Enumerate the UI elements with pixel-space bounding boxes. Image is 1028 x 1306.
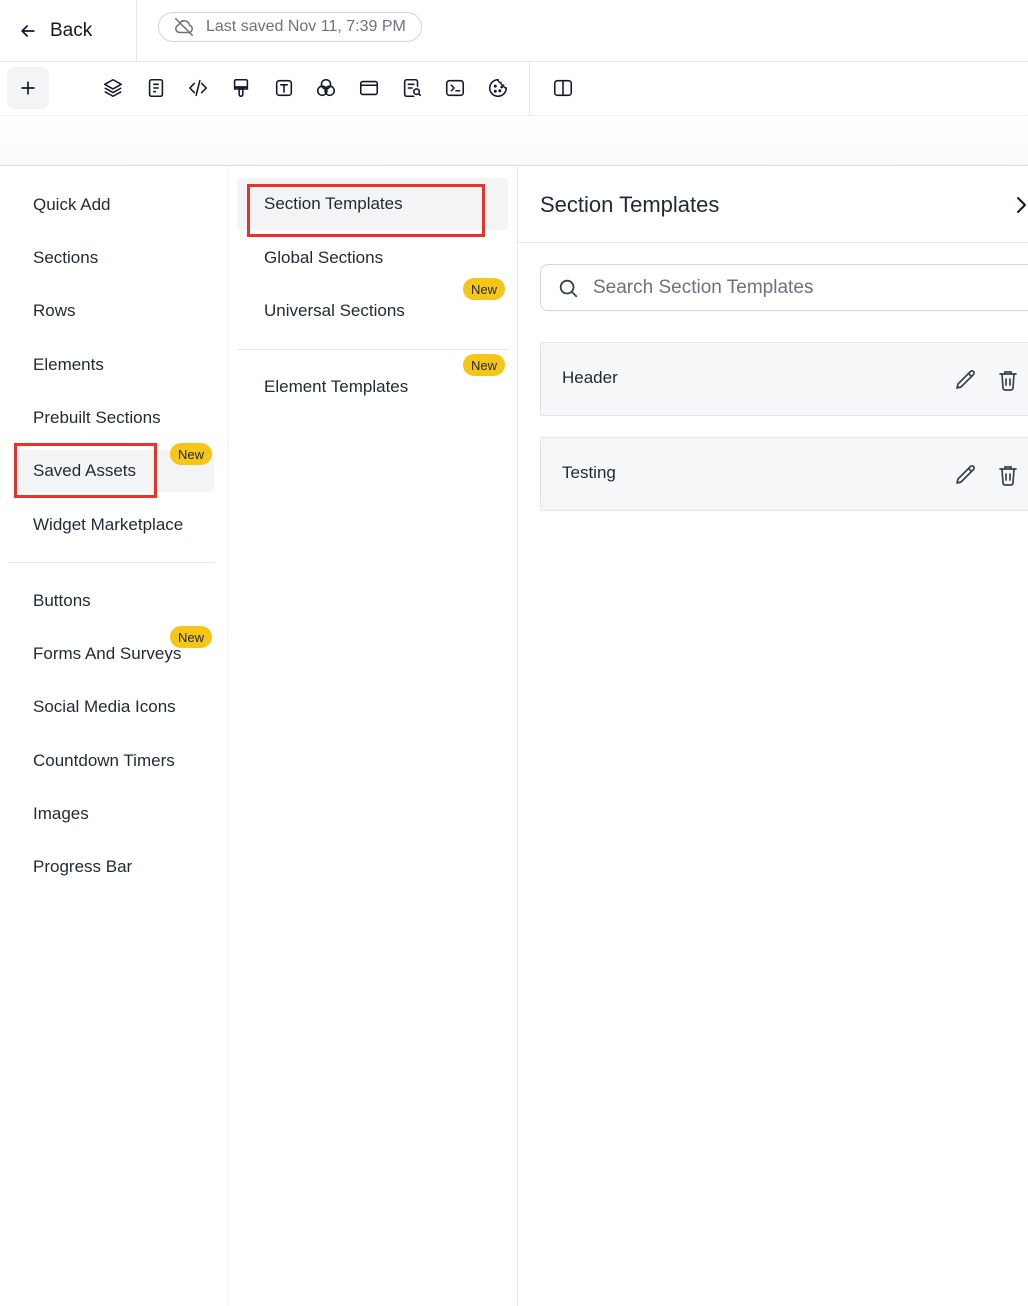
subcategory-section-templates[interactable]: Section Templates [237, 178, 508, 230]
cloud-off-icon [174, 17, 194, 37]
cookie-icon [489, 78, 508, 97]
category-social-media-icons[interactable]: Social Media Icons [14, 686, 214, 728]
pencil-icon[interactable] [954, 368, 978, 392]
styles-button[interactable] [229, 76, 253, 100]
category-sections[interactable]: Sections [14, 237, 214, 279]
new-badge: New [463, 278, 506, 300]
category-quick-add[interactable]: Quick Add [14, 184, 214, 226]
editor-toolbar [0, 62, 1028, 116]
colors-button[interactable] [314, 76, 338, 100]
top-bar: Back Last saved Nov 11, 7:39 PM [0, 0, 1028, 62]
template-card[interactable]: Testing [540, 437, 1028, 511]
split-view-icon [553, 79, 573, 97]
category-divider [8, 562, 215, 563]
arrow-left-icon [21, 24, 35, 37]
category-prebuilt-sections[interactable]: Prebuilt Sections [14, 397, 214, 439]
canvas-strip [0, 116, 1028, 166]
back-label: Back [50, 19, 93, 41]
color-blend-icon [316, 78, 336, 97]
chevron-right-icon[interactable] [1014, 194, 1028, 216]
window-icon [359, 80, 379, 96]
back-button[interactable]: Back [0, 0, 137, 61]
template-name: Testing [562, 463, 616, 482]
add-button[interactable] [7, 67, 49, 109]
category-progress-bar[interactable]: Progress Bar [14, 846, 214, 888]
category-images[interactable]: Images [14, 793, 214, 835]
trash-icon[interactable] [997, 368, 1019, 392]
category-sidebar: Quick Add Sections Rows Elements Prebuil… [0, 167, 227, 1306]
code-button[interactable] [186, 76, 210, 100]
page-search-icon [403, 78, 422, 98]
layers-icon [103, 78, 123, 98]
popup-button[interactable] [357, 76, 381, 100]
layers-button[interactable] [101, 76, 125, 100]
category-buttons[interactable]: Buttons [14, 580, 214, 622]
trash-icon[interactable] [997, 463, 1019, 487]
cookie-consent-button[interactable] [486, 76, 510, 100]
panel-title: Section Templates [540, 192, 720, 217]
panel-header: Section Templates [518, 167, 1028, 243]
search-input[interactable] [593, 276, 1023, 299]
save-status-badge: Last saved Nov 11, 7:39 PM [158, 12, 422, 42]
category-elements[interactable]: Elements [14, 344, 214, 386]
seo-button[interactable] [400, 76, 424, 100]
toolbar-divider [529, 62, 530, 116]
pages-button[interactable] [144, 76, 168, 100]
templates-panel: Section Templates Header Testing [518, 167, 1028, 1306]
paint-brush-icon [233, 78, 249, 98]
search-icon [559, 279, 578, 297]
custom-code-button[interactable] [443, 76, 467, 100]
code-icon [188, 79, 208, 97]
template-name: Header [562, 368, 618, 387]
page-icon [148, 78, 164, 98]
subcategory-global-sections[interactable]: Global Sections [237, 232, 508, 284]
plus-icon [21, 81, 35, 95]
category-rows[interactable]: Rows [14, 290, 214, 332]
search-box [540, 264, 1028, 311]
template-card[interactable]: Header [540, 342, 1028, 416]
text-icon [275, 79, 293, 97]
terminal-icon [445, 79, 465, 97]
typography-button[interactable] [272, 76, 296, 100]
category-countdown-timers[interactable]: Countdown Timers [14, 740, 214, 782]
save-status-text: Last saved Nov 11, 7:39 PM [206, 18, 406, 35]
subcategory-divider [237, 349, 508, 350]
new-badge: New [170, 443, 213, 465]
subcategory-column: Section Templates Global Sections Univer… [227, 167, 518, 1306]
category-widget-marketplace[interactable]: Widget Marketplace [14, 504, 214, 546]
new-badge: New [170, 626, 213, 648]
new-badge: New [463, 354, 506, 376]
split-view-button[interactable] [551, 76, 575, 100]
pencil-icon[interactable] [954, 463, 978, 487]
